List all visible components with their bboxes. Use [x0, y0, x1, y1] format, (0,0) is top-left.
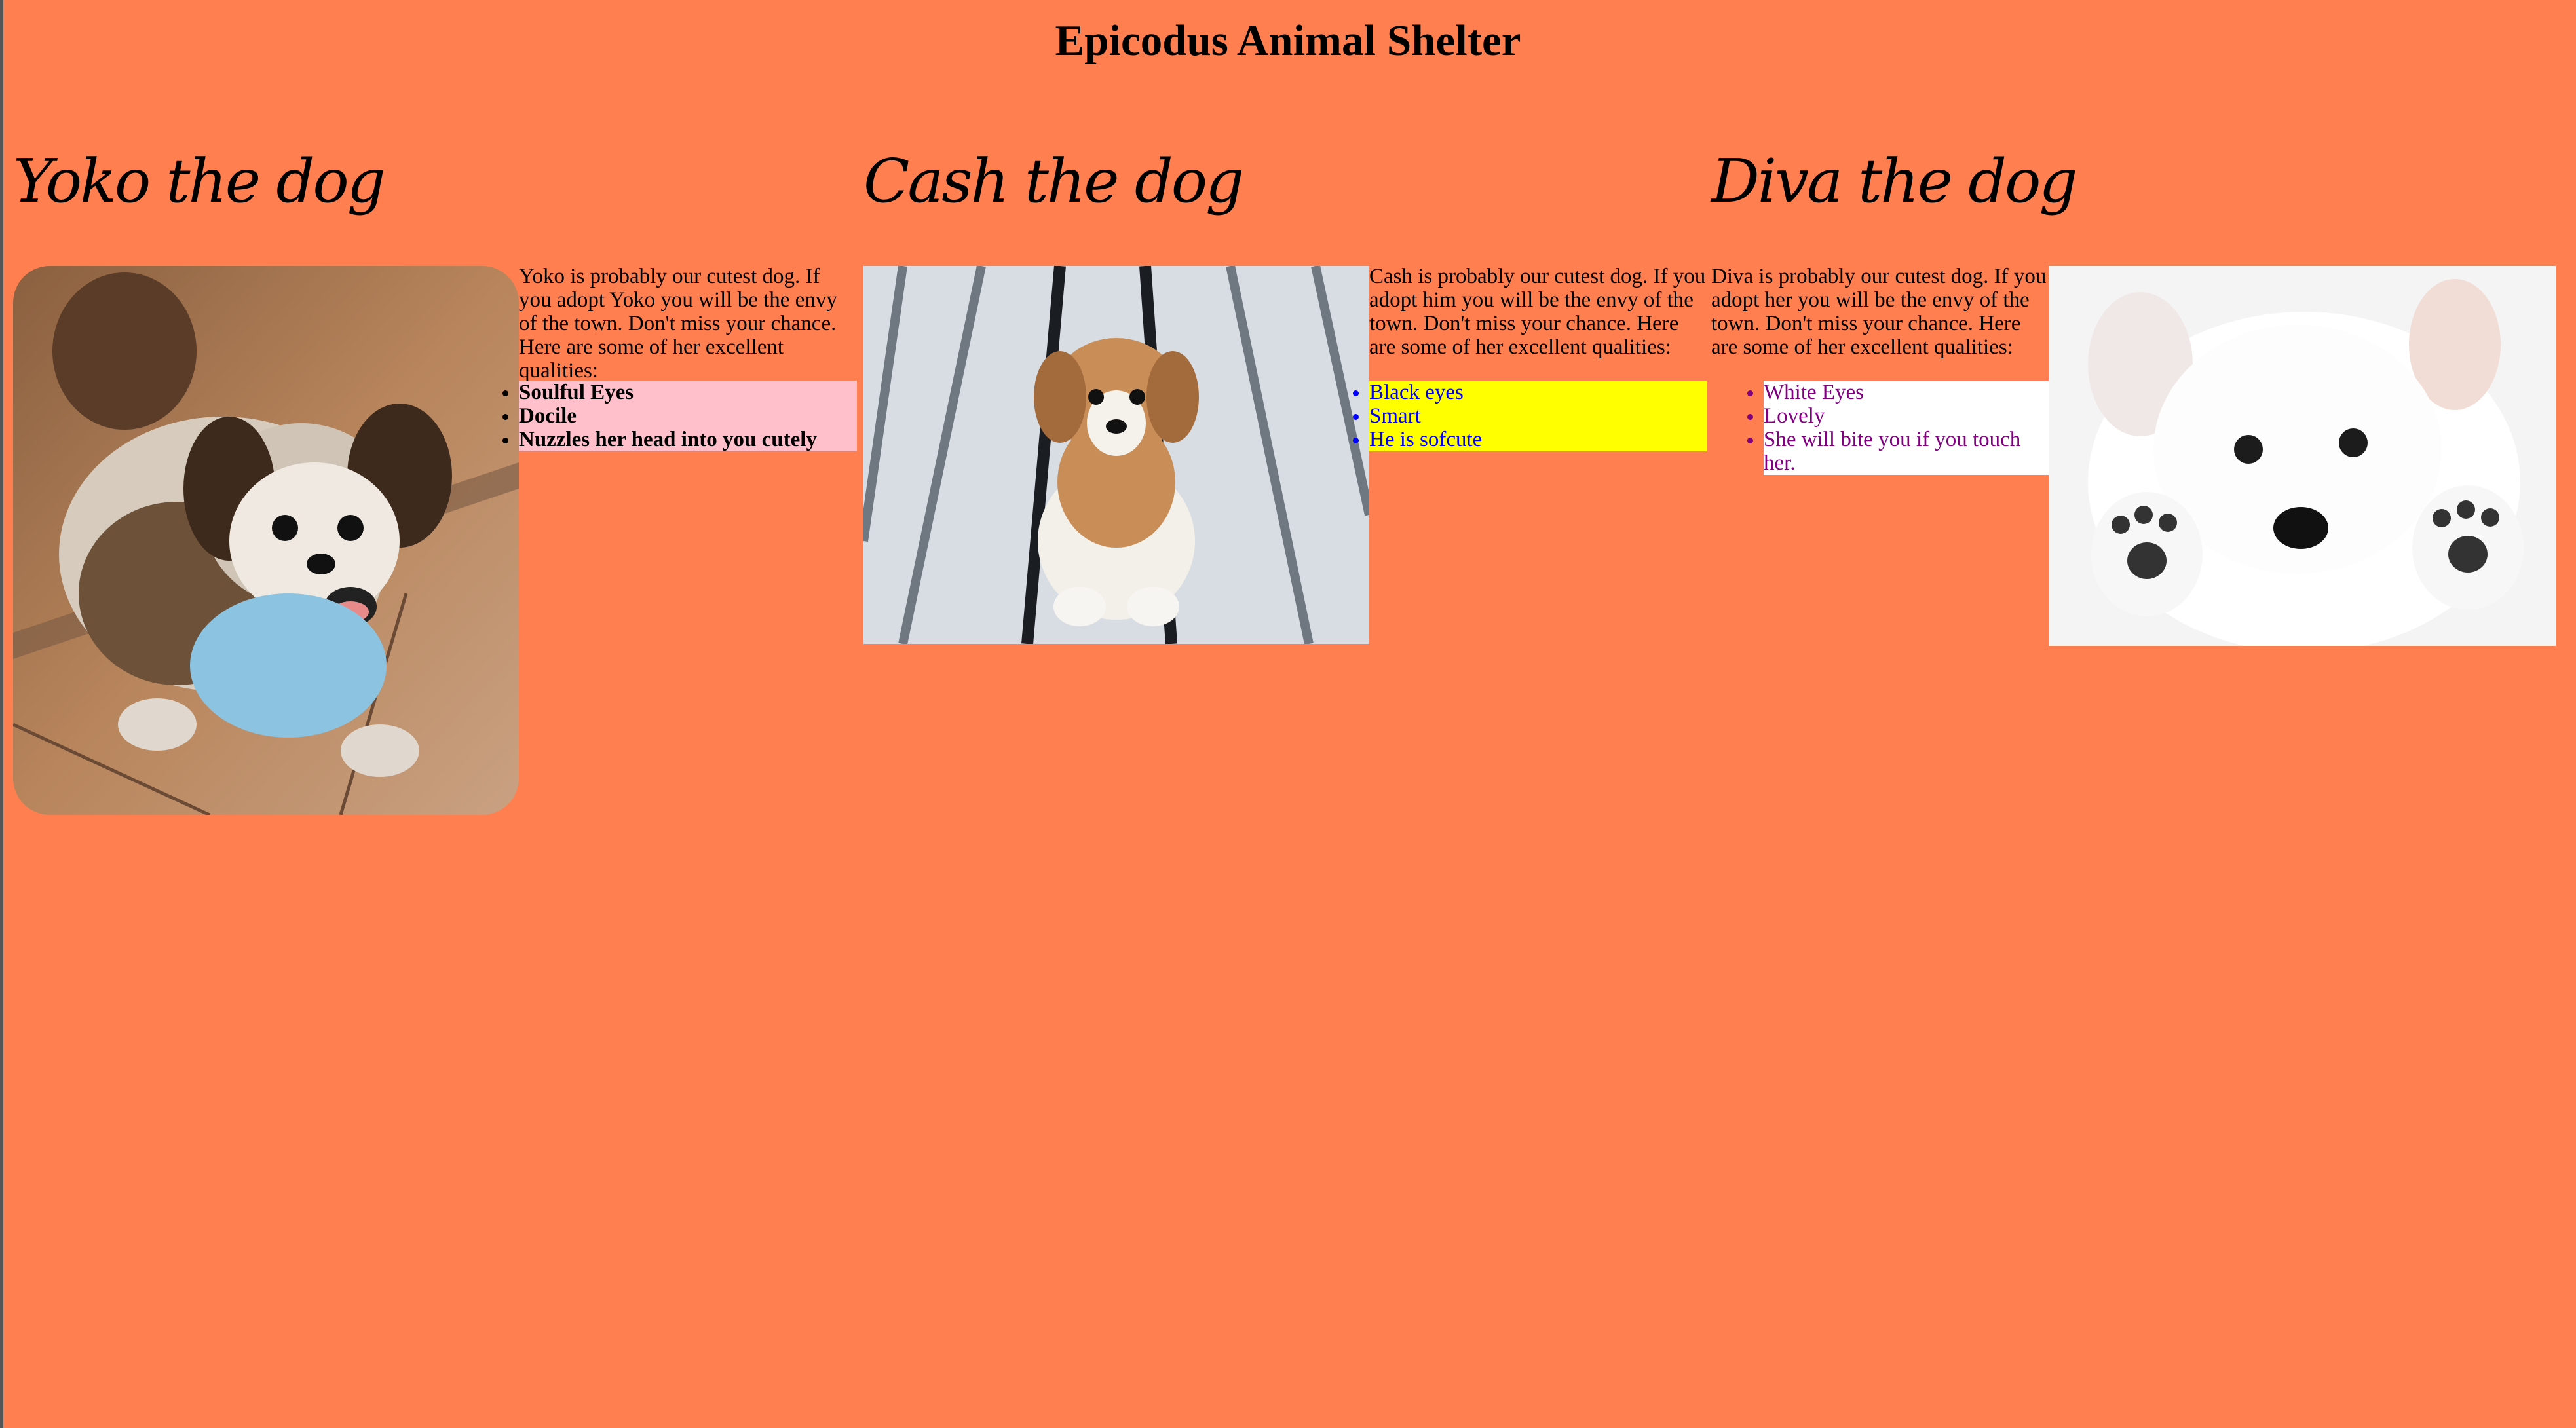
dog-description-yoko: Yoko is probably our cutest dog. If you … [519, 265, 837, 383]
page-title: Epicodus Animal Shelter [1055, 16, 1521, 65]
dog-photo-cash [863, 266, 1369, 644]
quality-item: She will bite you if you touch her. [1764, 428, 2049, 475]
quality-item: Nuzzles her head into you cutely [519, 428, 857, 451]
dog-description-diva: Diva is probably our cutest dog. If you … [1711, 265, 2047, 359]
quality-item: Lovely [1764, 404, 2049, 428]
quality-item: White Eyes [1764, 381, 2049, 404]
dog-description-cash: Cash is probably our cutest dog. If you … [1369, 265, 1706, 359]
quality-item: Soulful Eyes [519, 381, 857, 404]
quality-item: Black eyes [1369, 381, 1707, 404]
window-left-edge [0, 0, 3, 1428]
qualities-list-yoko: Soulful Eyes Docile Nuzzles her head int… [519, 381, 857, 451]
qualities-list-cash: Black eyes Smart He is sofcute [1369, 381, 1707, 451]
quality-item: Docile [519, 404, 857, 428]
dog-photo-diva [2049, 266, 2556, 646]
quality-item: Smart [1369, 404, 1707, 428]
qualities-container-diva: White Eyes Lovely She will bite you if y… [1711, 381, 2049, 475]
dog-photo-yoko [13, 266, 519, 815]
dog-name-diva: Diva the dog [1711, 146, 2077, 216]
dog-name-cash: Cash the dog [863, 146, 1244, 216]
quality-item: He is sofcute [1369, 428, 1707, 451]
qualities-list-diva: White Eyes Lovely She will bite you if y… [1764, 381, 2049, 475]
dog-name-yoko: Yoko the dog [13, 146, 386, 216]
